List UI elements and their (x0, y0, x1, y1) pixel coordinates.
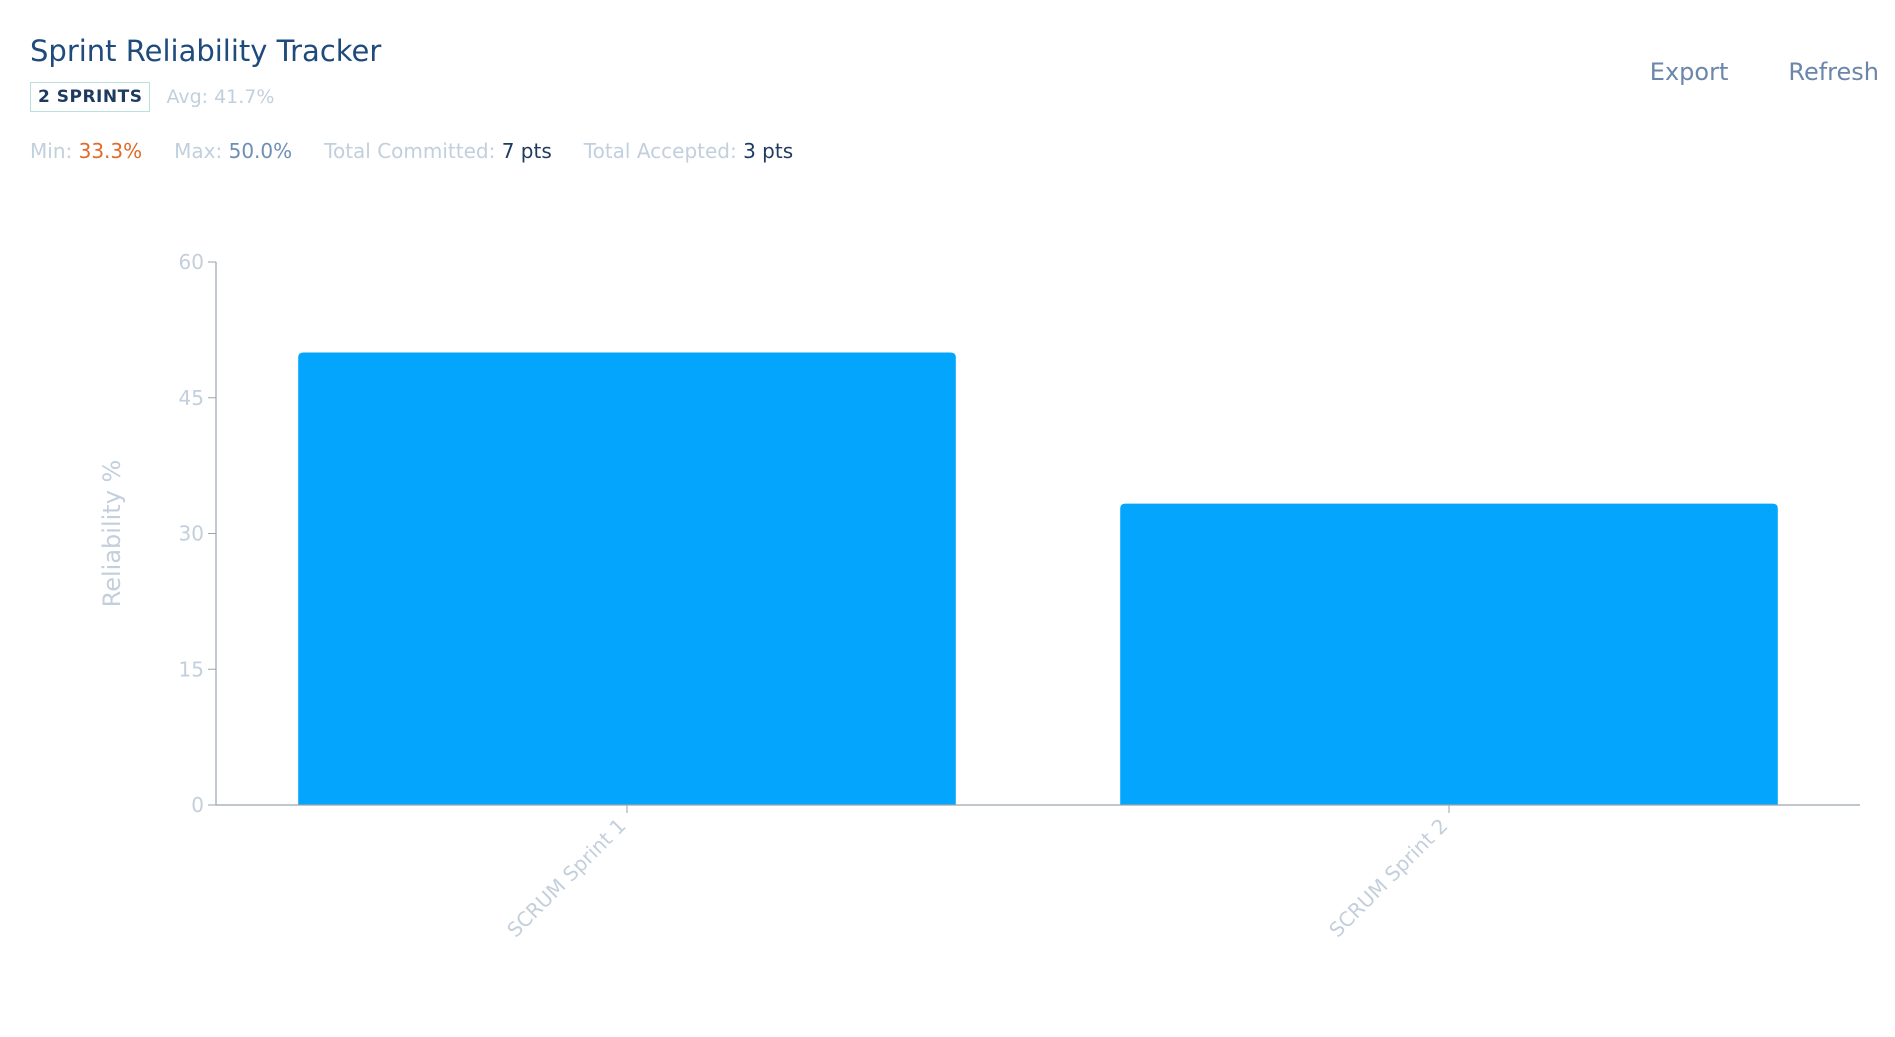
y-tick-label: 30 (179, 522, 204, 546)
y-axis-title: Reliability % (98, 460, 126, 608)
y-tick-label: 45 (179, 386, 204, 410)
y-tick-label: 0 (191, 793, 204, 817)
x-tick-label: SCRUM Sprint 1 (502, 814, 630, 942)
bar-1 (298, 352, 956, 805)
bar-2 (1120, 503, 1778, 805)
reliability-bar-chart: 0 15 30 45 60 SCRUM Sprint 1 SCRUM Sprint 2 Rel… (98, 250, 1860, 942)
y-tick-label: 15 (179, 657, 204, 681)
y-tick-label: 60 (179, 250, 204, 274)
x-tick-label: SCRUM Sprint 2 (1324, 814, 1452, 942)
